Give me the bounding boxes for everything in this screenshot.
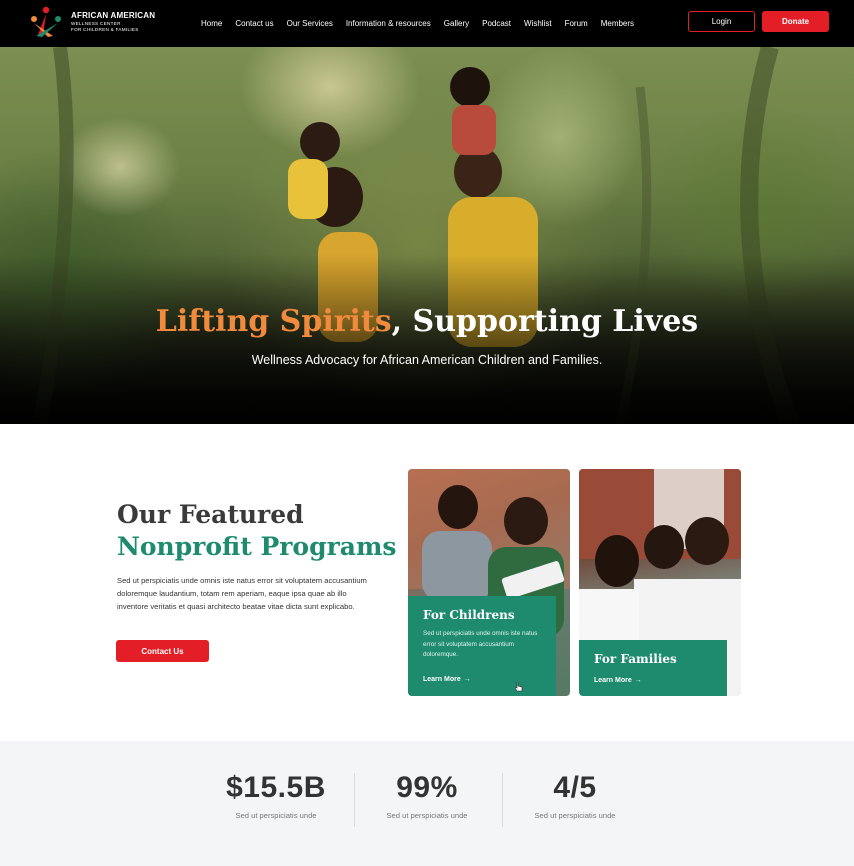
arrow-right-icon: → [463,676,471,683]
childrens-card-panel: For Childrens Sed ut perspiciatis unde o… [408,596,556,696]
childrens-card-text: Sed ut perspiciatis unde omnis iste natu… [423,630,538,658]
hero-title: Lifting Spirits, Supporting Lives [0,304,854,339]
login-button[interactable]: Login [688,11,755,32]
families-learn-more-label: Learn More [594,677,632,684]
nav-podcast[interactable]: Podcast [482,19,511,28]
stat-label: Sed ut perspiciatis unde [386,811,468,820]
donate-button[interactable]: Donate [762,11,829,32]
stat-label: Sed ut perspiciatis unde [235,811,317,820]
hand-cursor-icon [515,682,523,692]
stat-value: 4/5 [553,771,597,804]
nav-forum[interactable]: Forum [565,19,588,28]
program-card-families[interactable]: For Families Learn More → [579,469,741,696]
brand-name: AFRICAN AMERICAN WELLNESS CENTER FOR CHI… [71,10,156,32]
brand-line-1: AFRICAN AMERICAN [71,10,156,20]
families-card-panel: For Families Learn More → [579,640,727,696]
nav-contact-us[interactable]: Contact us [235,19,273,28]
stat-value: 99% [396,771,458,804]
top-navbar: AFRICAN AMERICAN WELLNESS CENTER FOR CHI… [0,0,854,47]
contact-us-button[interactable]: Contact Us [116,640,209,662]
nav-home[interactable]: Home [201,19,222,28]
main-menu: Home Contact us Our Services Information… [201,0,647,47]
childrens-learn-more-label: Learn More [423,676,461,683]
featured-title-line-1: Our Featured [117,500,304,529]
childrens-card-title: For Childrens [423,608,515,622]
nav-wishlist[interactable]: Wishlist [524,19,552,28]
program-card-childrens[interactable]: For Childrens Sed ut perspiciatis unde o… [408,469,570,696]
stat-value: $15.5B [226,771,326,804]
childrens-learn-more-link[interactable]: Learn More → [423,676,471,683]
stat-label: Sed ut perspiciatis unde [534,811,616,820]
three-figures-logo-icon [31,6,61,37]
featured-title-line-2: Nonprofit Programs [117,532,397,561]
hero-title-rest: , Supporting Lives [391,304,699,339]
brand-line-3: FOR CHILDREN & FAMILIES [71,26,139,32]
hero-overlay [0,47,854,424]
hero-title-accent: Lifting Spirits [155,304,392,339]
hero-banner: Lifting Spirits, Supporting Lives Wellne… [0,47,854,424]
arrow-right-icon: → [634,677,642,684]
stats-section: $15.5B Sed ut perspiciatis unde 99% Sed … [0,741,854,866]
featured-description: Sed ut perspiciatis unde omnis iste natu… [117,576,367,611]
nav-members[interactable]: Members [601,19,634,28]
hero-subtitle: Wellness Advocacy for African American C… [251,353,603,367]
nav-gallery[interactable]: Gallery [444,19,469,28]
stat-item: $15.5B Sed ut perspiciatis unde [202,771,350,820]
brand-logo[interactable]: AFRICAN AMERICAN WELLNESS CENTER FOR CHI… [26,4,155,40]
stat-item: 4/5 Sed ut perspiciatis unde [501,771,649,820]
nav-information-resources[interactable]: Information & resources [346,19,431,28]
nav-our-services[interactable]: Our Services [287,19,333,28]
families-card-title: For Families [594,652,677,666]
stat-item: 99% Sed ut perspiciatis unde [353,771,501,820]
brand-line-2: WELLNESS CENTER [71,20,121,26]
families-learn-more-link[interactable]: Learn More → [594,677,642,684]
